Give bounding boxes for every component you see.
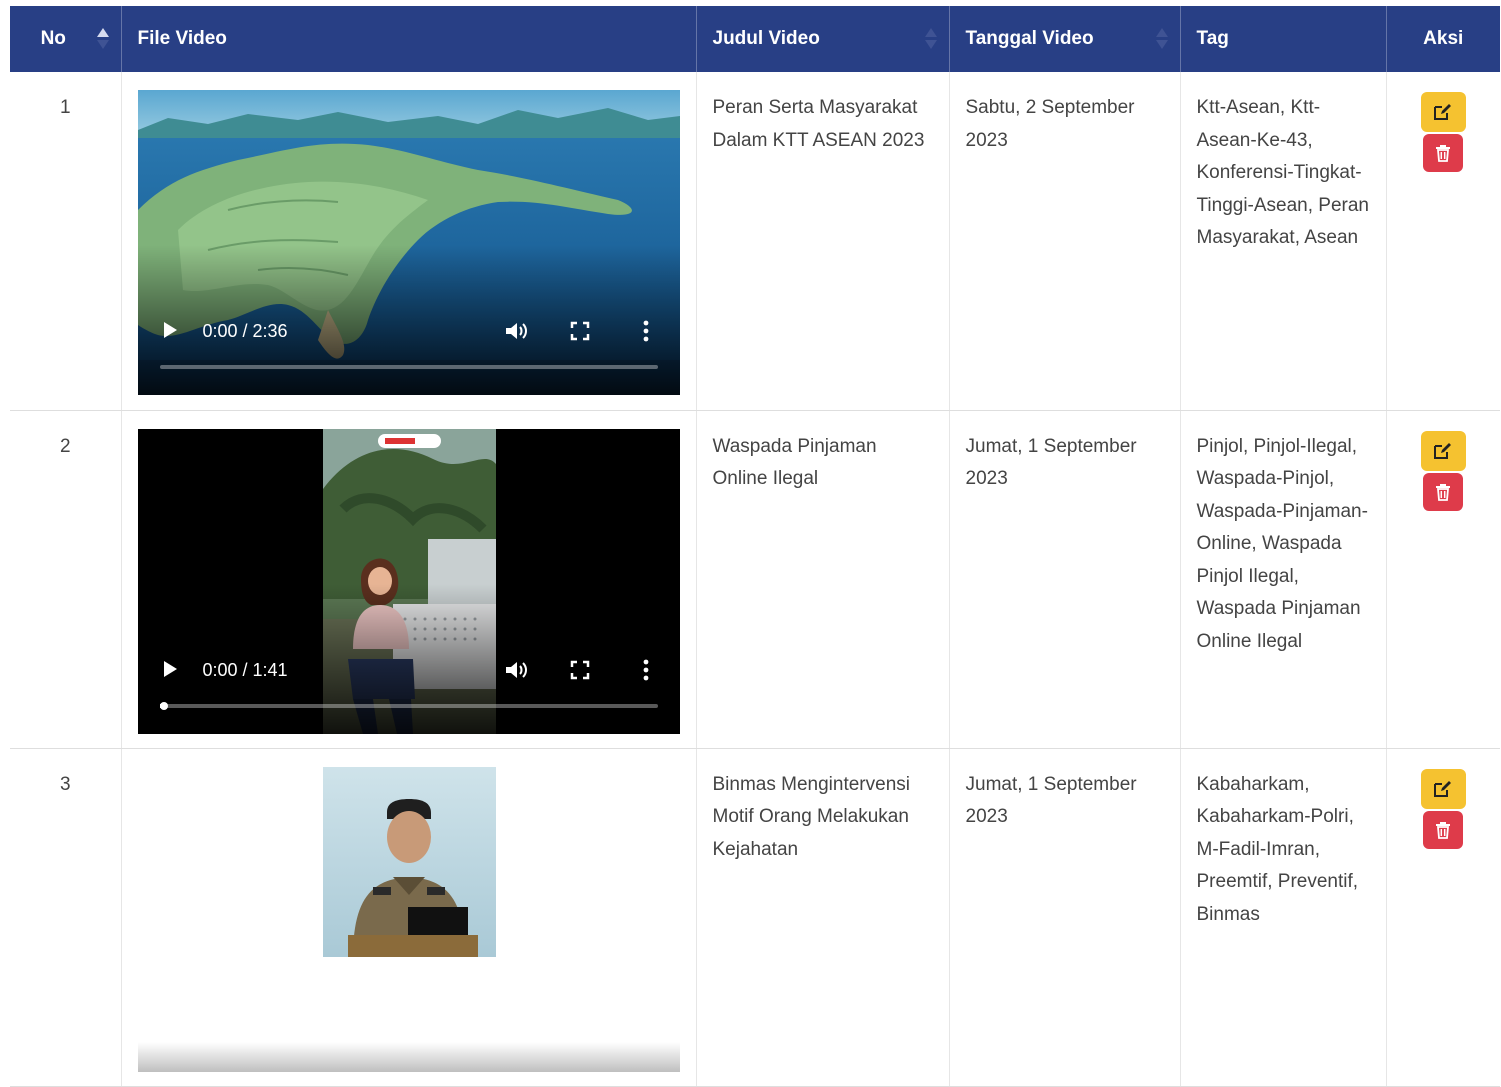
edit-button[interactable] (1420, 768, 1466, 809)
video-controls: 0:00 / 2:36 (138, 319, 680, 343)
trash-icon (1436, 145, 1451, 162)
tag-cell: Pinjol, Pinjol-Ilegal, Waspada-Pinjol, W… (1180, 410, 1387, 749)
fullscreen-icon[interactable] (570, 660, 590, 680)
edit-icon (1434, 104, 1452, 120)
video-player[interactable] (137, 766, 680, 1072)
edit-button[interactable] (1420, 92, 1466, 132)
play-icon[interactable] (163, 322, 177, 338)
column-header-label: No (40, 28, 66, 49)
trash-icon (1436, 483, 1451, 501)
video-controls: 0:00 / 1:41 (138, 658, 680, 682)
sort-icon (1155, 28, 1168, 50)
edit-icon (1434, 442, 1452, 459)
edit-icon (1434, 780, 1452, 797)
table-row: 3 Binmas Mengintervensi Motif Orang Mela… (10, 748, 1500, 1087)
table-header-row: No File Video Judul Video Tanggal Video … (10, 6, 1500, 72)
column-header-label: Aksi (1423, 28, 1464, 49)
volume-icon[interactable] (504, 321, 530, 341)
video-time: 0:00 / 2:36 (202, 321, 288, 341)
column-header-label: File Video (137, 28, 227, 49)
video-player[interactable]: 0:00 / 1:41 (137, 428, 680, 734)
play-icon[interactable] (163, 660, 177, 677)
video-table-container: No File Video Judul Video Tanggal Video … (10, 6, 1500, 1087)
edit-button[interactable] (1420, 430, 1466, 471)
table-row: 1 0:00 / 2:36 Peran Serta Masyarakat Dal… (10, 72, 1500, 411)
column-header-aksi: Aksi (1386, 6, 1500, 72)
tag-cell: Ktt-Asean, Ktt-Asean-Ke-43, Konferensi-T… (1180, 72, 1387, 411)
video-time: 0:00 / 1:41 (202, 659, 288, 680)
fullscreen-icon[interactable] (570, 321, 590, 341)
column-header-tanggal-video[interactable]: Tanggal Video (949, 6, 1181, 72)
tag-cell: Kabaharkam, Kabaharkam-Polri, M-Fadil-Im… (1180, 748, 1387, 1087)
column-header-judul-video[interactable]: Judul Video (696, 6, 950, 72)
judul-video-cell: Binmas Mengintervensi Motif Orang Melaku… (696, 748, 950, 1087)
aksi-cell (1386, 72, 1500, 411)
tanggal-video-cell: Jumat, 1 September 2023 (949, 410, 1181, 749)
column-header-label: Tanggal Video (965, 28, 1094, 49)
column-header-label: Judul Video (712, 28, 820, 49)
video-player[interactable]: 0:00 / 2:36 (137, 90, 680, 395)
file-video-cell: 0:00 / 1:41 (121, 410, 697, 749)
more-vertical-icon[interactable] (642, 320, 650, 342)
aksi-cell (1386, 410, 1500, 749)
tanggal-video-cell: Sabtu, 2 September 2023 (949, 72, 1181, 411)
row-number: 3 (10, 748, 122, 1087)
delete-button[interactable] (1423, 810, 1464, 849)
column-header-file-video: File Video (121, 6, 697, 72)
table-row: 2 0:00 / 1:41 Waspada Pinjaman Online Il… (10, 410, 1500, 749)
trash-icon (1436, 821, 1451, 839)
sort-icon (924, 28, 937, 50)
file-video-cell: 0:00 / 2:36 (121, 72, 697, 411)
video-table: No File Video Judul Video Tanggal Video … (10, 6, 1500, 1087)
delete-button[interactable] (1423, 472, 1464, 511)
row-number: 1 (10, 72, 122, 411)
column-header-no[interactable]: No (10, 6, 122, 72)
row-number: 2 (10, 410, 122, 749)
tanggal-video-cell: Jumat, 1 September 2023 (949, 748, 1181, 1087)
column-header-tag: Tag (1180, 6, 1387, 72)
judul-video-cell: Peran Serta Masyarakat Dalam KTT ASEAN 2… (696, 72, 950, 411)
sort-asc-icon (96, 28, 109, 50)
video-progress-bar[interactable] (159, 701, 658, 710)
file-video-cell (121, 748, 697, 1087)
police-officer-portrait (322, 766, 496, 957)
column-header-label: Tag (1196, 28, 1229, 49)
judul-video-cell: Waspada Pinjaman Online Ilegal (696, 410, 950, 749)
more-vertical-icon[interactable] (642, 659, 650, 681)
delete-button[interactable] (1423, 134, 1464, 172)
aksi-cell (1386, 748, 1500, 1087)
volume-icon[interactable] (504, 660, 530, 680)
video-progress-bar[interactable] (159, 365, 658, 369)
